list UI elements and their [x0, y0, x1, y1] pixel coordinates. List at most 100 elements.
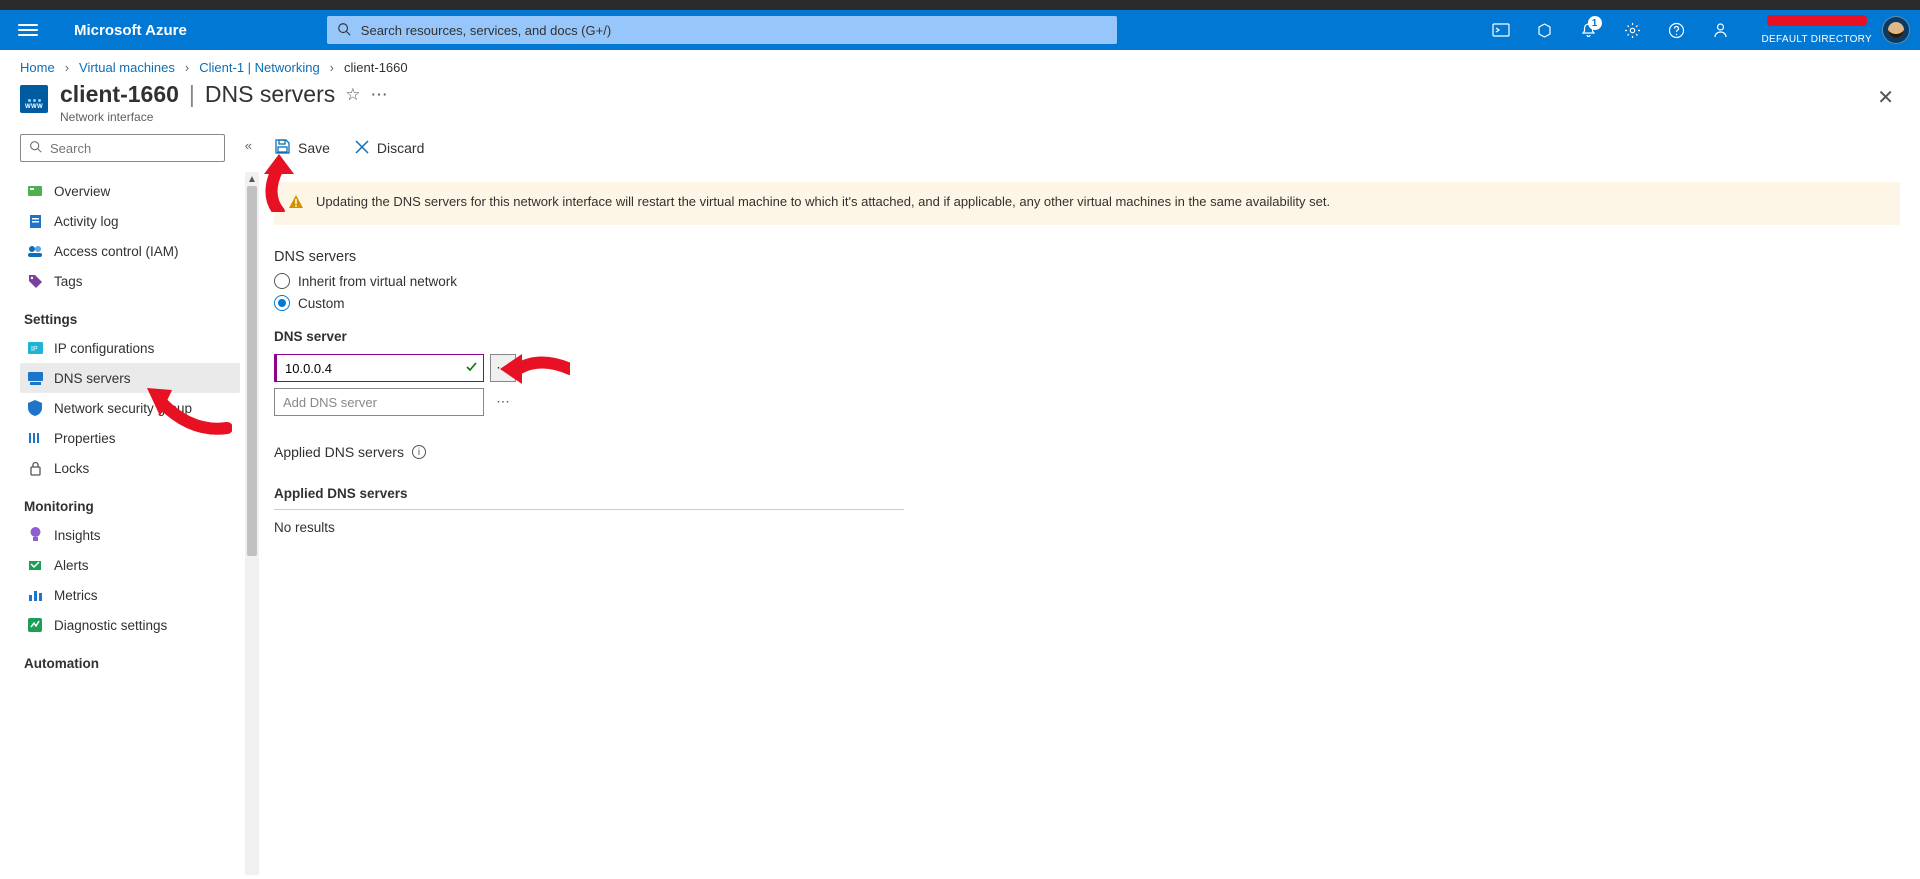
command-bar: Save Discard — [274, 138, 1900, 158]
dns-add-more-button[interactable]: ⋯ — [490, 394, 516, 410]
add-dns-server-input[interactable] — [274, 388, 484, 416]
metrics-icon — [26, 586, 44, 604]
dns-server-input[interactable] — [274, 354, 484, 382]
radio-icon — [274, 273, 290, 289]
notifications-icon[interactable]: 1 — [1570, 10, 1608, 50]
close-blade-icon[interactable]: ✕ — [1871, 81, 1900, 114]
radio-custom[interactable]: Custom — [274, 295, 1900, 311]
help-icon[interactable] — [1658, 10, 1696, 50]
sidebar-search[interactable] — [20, 134, 225, 162]
sidebar-search-input[interactable] — [48, 140, 216, 157]
browser-tabstrip — [0, 0, 1920, 10]
sidebar-item-locks[interactable]: Locks — [20, 453, 240, 483]
search-icon — [29, 140, 42, 156]
dns-server-heading: DNS server — [274, 329, 1900, 344]
chevron-right-icon: › — [185, 60, 189, 75]
overview-icon — [26, 182, 44, 200]
blade-title-sep: | — [189, 81, 195, 108]
dns-servers-label: DNS servers — [274, 249, 1900, 265]
settings-icon[interactable] — [1614, 10, 1652, 50]
sidebar-item-properties[interactable]: Properties — [20, 423, 240, 453]
svg-text:IP: IP — [31, 346, 38, 353]
sidebar-section-automation: Automation — [24, 656, 240, 671]
sidebar-item-insights[interactable]: Insights — [20, 520, 240, 550]
directory-label: DEFAULT DIRECTORY — [1762, 34, 1873, 45]
info-icon[interactable]: i — [412, 445, 426, 459]
warning-text: Updating the DNS servers for this networ… — [316, 194, 1330, 209]
sidebar-item-alerts[interactable]: Alerts — [20, 550, 240, 580]
ellipsis-icon: ⋯ — [496, 360, 510, 376]
activity-log-icon — [26, 212, 44, 230]
sidebar-item-label: Overview — [54, 184, 110, 199]
warning-icon — [288, 194, 304, 213]
applied-dns-title: Applied DNS servers — [274, 444, 404, 460]
sidebar-item-label: Metrics — [54, 588, 98, 603]
insights-icon — [26, 526, 44, 544]
crumb-client-networking[interactable]: Client-1 | Networking — [199, 60, 319, 75]
dns-entry-more-button[interactable]: ⋯ — [490, 354, 516, 382]
sidebar-item-label: Diagnostic settings — [54, 618, 167, 633]
sidebar-item-activity-log[interactable]: Activity log — [20, 206, 240, 236]
sidebar-section-monitoring: Monitoring — [24, 499, 240, 514]
account-name-redacted — [1767, 15, 1867, 26]
save-label: Save — [298, 140, 330, 156]
crumb-vms[interactable]: Virtual machines — [79, 60, 175, 75]
sidebar-item-label: Properties — [54, 431, 116, 446]
dns-servers-icon — [26, 369, 44, 387]
search-icon — [337, 22, 351, 39]
applied-dns-column-header: Applied DNS servers — [274, 478, 904, 510]
account-menu[interactable]: DEFAULT DIRECTORY — [1746, 15, 1877, 45]
network-interface-icon: WWW — [20, 85, 48, 113]
warning-banner: Updating the DNS servers for this networ… — [274, 182, 1900, 225]
favorite-star-icon[interactable]: ☆ — [345, 85, 360, 105]
global-search-input[interactable] — [359, 22, 1107, 39]
feedback-icon[interactable] — [1702, 10, 1740, 50]
locks-icon — [26, 459, 44, 477]
brand-label[interactable]: Microsoft Azure — [74, 22, 187, 39]
sidebar-item-overview[interactable]: Overview — [20, 176, 240, 206]
blade-subtitle: Network interface — [60, 110, 388, 124]
sidebar-item-label: IP configurations — [54, 341, 154, 356]
sidebar-item-label: Access control (IAM) — [54, 244, 179, 259]
cloud-shell-icon[interactable] — [1482, 10, 1520, 50]
radio-inherit[interactable]: Inherit from virtual network — [274, 273, 1900, 289]
blade-header: WWW client-1660 | DNS servers ☆ ⋯ Networ… — [0, 75, 1920, 128]
avatar[interactable] — [1882, 16, 1910, 44]
global-search[interactable] — [327, 16, 1117, 44]
dns-entry-row: ⋯ — [274, 354, 1900, 382]
sidebar-item-label: Tags — [54, 274, 83, 289]
portal-menu-button[interactable] — [18, 20, 38, 40]
sidebar-item-label: Activity log — [54, 214, 119, 229]
blade-more-icon[interactable]: ⋯ — [371, 85, 388, 105]
sidebar-section-settings: Settings — [24, 312, 240, 327]
sidebar-item-label: Alerts — [54, 558, 89, 573]
discard-button[interactable]: Discard — [354, 139, 424, 158]
sidebar-item-access-control[interactable]: Access control (IAM) — [20, 236, 240, 266]
dns-add-row: ⋯ — [274, 388, 1900, 416]
ellipsis-icon: ⋯ — [496, 394, 510, 410]
radio-label-inherit: Inherit from virtual network — [298, 274, 457, 289]
sidebar-item-nsg[interactable]: Network security group — [20, 393, 240, 423]
save-button[interactable]: Save — [274, 138, 330, 158]
sidebar-item-ip-configurations[interactable]: IP IP configurations — [20, 333, 240, 363]
discard-icon — [354, 139, 370, 158]
sidebar-item-diagnostic[interactable]: Diagnostic settings — [20, 610, 240, 640]
discard-label: Discard — [377, 140, 424, 156]
sidebar-item-label: Network security group — [54, 401, 192, 416]
directories-icon[interactable] — [1526, 10, 1564, 50]
sidebar-item-label: Insights — [54, 528, 101, 543]
notification-badge: 1 — [1588, 16, 1602, 30]
sidebar-item-metrics[interactable]: Metrics — [20, 580, 240, 610]
crumb-current: client-1660 — [344, 60, 408, 75]
sidebar-item-label: Locks — [54, 461, 89, 476]
crumb-home[interactable]: Home — [20, 60, 55, 75]
properties-icon — [26, 429, 44, 447]
radio-label-custom: Custom — [298, 296, 345, 311]
chevron-right-icon: › — [65, 60, 69, 75]
access-control-icon — [26, 242, 44, 260]
tags-icon — [26, 272, 44, 290]
sidebar-item-tags[interactable]: Tags — [20, 266, 240, 296]
blade-title-main: client-1660 — [60, 81, 179, 108]
diagnostic-icon — [26, 616, 44, 634]
sidebar-item-dns-servers[interactable]: DNS servers — [20, 363, 240, 393]
